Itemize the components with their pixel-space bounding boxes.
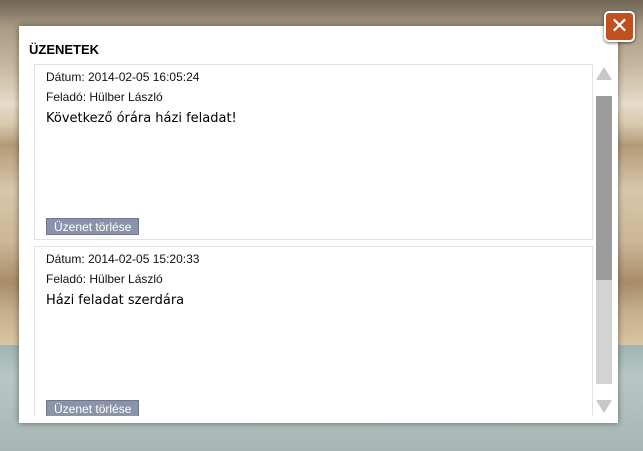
message-body: Házi feladat szerdára [46, 293, 185, 308]
delete-message-button[interactable]: Üzenet törlése [46, 400, 140, 416]
message-date: Dátum: 2014-02-05 15:20:33 [46, 252, 200, 266]
close-button[interactable]: ✕ [604, 11, 635, 42]
dialog-title: ÜZENETEK [29, 42, 100, 57]
close-x-icon: ✕ [610, 13, 629, 39]
message-item: Dátum: 2014-02-05 15:20:33 Feladó: Hülbe… [34, 246, 593, 416]
message-date: Dátum: 2014-02-05 16:05:24 [46, 70, 200, 84]
message-sender: Feladó: Hülber László [46, 272, 163, 286]
delete-message-button[interactable]: Üzenet törlése [46, 218, 140, 235]
message-body: Következő órára házi feladat! [46, 111, 237, 126]
scroll-thumb[interactable] [596, 96, 612, 280]
scroll-down-arrow-icon[interactable] [596, 400, 612, 413]
message-sender: Feladó: Hülber László [46, 90, 163, 104]
message-item: Dátum: 2014-02-05 16:05:24 Feladó: Hülbe… [34, 64, 593, 240]
message-list[interactable]: Dátum: 2014-02-05 16:05:24 Feladó: Hülbe… [34, 64, 594, 416]
vertical-scrollbar[interactable] [595, 64, 612, 416]
scroll-up-arrow-icon[interactable] [596, 67, 612, 80]
